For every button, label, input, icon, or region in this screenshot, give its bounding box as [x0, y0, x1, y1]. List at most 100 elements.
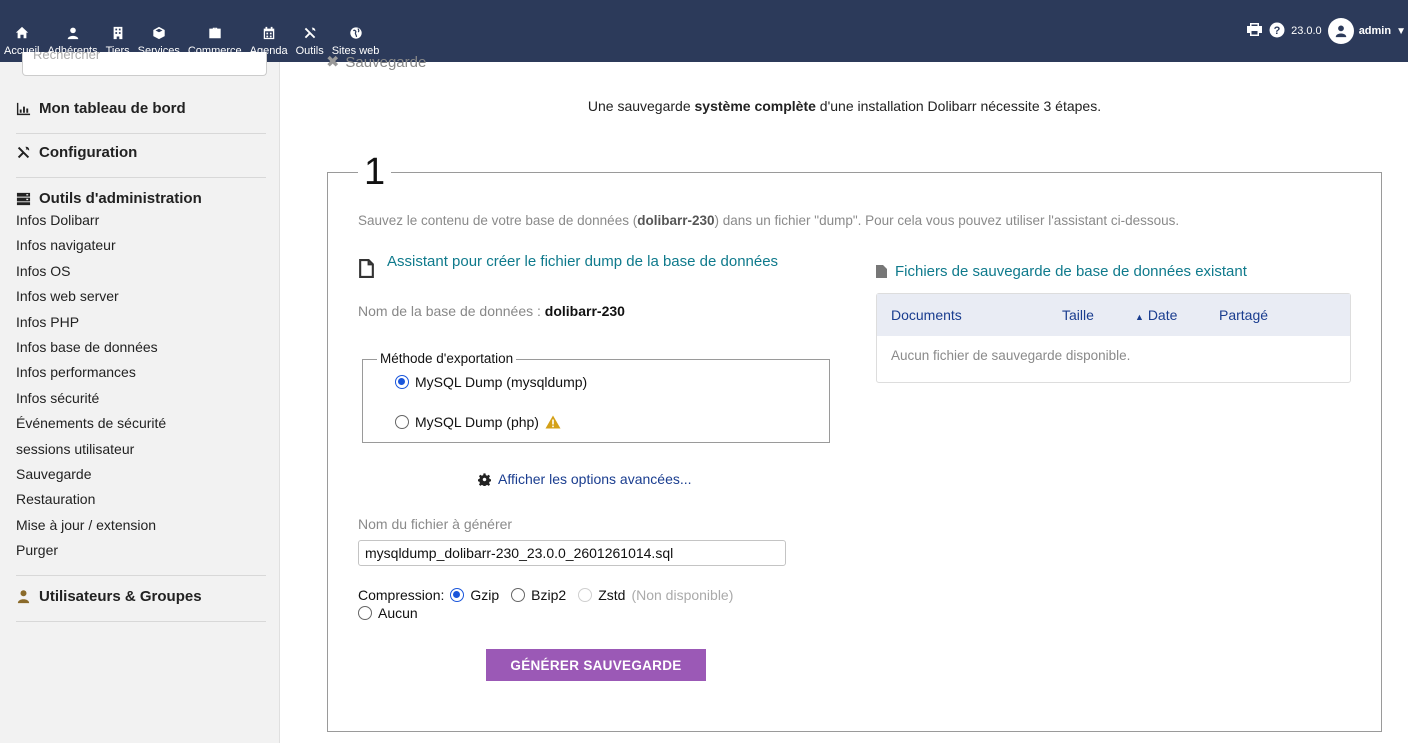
- home-icon: [15, 24, 29, 42]
- sidebar-item-sessions-utilisateur[interactable]: sessions utilisateur: [0, 439, 266, 464]
- sidebar-configuration-label: Configuration: [39, 144, 138, 161]
- sidebar-search-input[interactable]: Rechercher: [22, 52, 267, 76]
- export-option-php[interactable]: MySQL Dump (php): [395, 414, 561, 430]
- radio-disabled: [578, 588, 593, 602]
- topmenu-label: Outils: [295, 45, 324, 57]
- sidebar-section-dashboard[interactable]: Mon tableau de bord: [16, 90, 266, 134]
- version-text: 23.0.0: [1291, 25, 1322, 37]
- tools-icon: ✖: [326, 54, 340, 71]
- sidebar-item-infos-securite[interactable]: Infos sécurité: [0, 388, 266, 413]
- server-icon: [16, 192, 31, 206]
- radio-unselected[interactable]: [395, 415, 409, 429]
- print-icon[interactable]: [1246, 22, 1263, 40]
- sidebar-item-purger[interactable]: Purger: [0, 540, 266, 565]
- sidebar-item-restauration[interactable]: Restauration: [0, 489, 266, 514]
- sidebar-section-admin-tools: Outils d'administration Infos Dolibarr I…: [16, 178, 266, 576]
- sidebar-item-sauvegarde[interactable]: Sauvegarde: [0, 464, 266, 489]
- sidebar-admin-list: Infos Dolibarr Infos navigateur Infos OS…: [0, 210, 266, 565]
- existing-files-heading: Fichiers de sauvegarde de base de donnée…: [876, 263, 1247, 280]
- user-name: admin: [1358, 25, 1392, 37]
- calendar-icon: [262, 24, 276, 42]
- database-name: Nom de la base de données : dolibarr-230: [358, 303, 625, 319]
- assistant-heading: Assistant pour créer le fichier dump de …: [358, 253, 807, 278]
- user-menu[interactable]: admin ▼: [1327, 18, 1406, 44]
- intro-post: d'une installation Dolibarr nécessite 3 …: [815, 98, 1102, 114]
- sidebar-item-infos-performances[interactable]: Infos performances: [0, 362, 266, 387]
- advanced-options-link[interactable]: Afficher les options avancées...: [478, 471, 692, 487]
- sidebar-item-infos-navigateur[interactable]: Infos navigateur: [0, 235, 266, 260]
- cube-icon: [152, 24, 166, 42]
- radio-unselected[interactable]: [358, 606, 372, 620]
- compression-label: Compression:: [358, 587, 445, 603]
- generate-backup-button[interactable]: GÉNÉRER SAUVEGARDE: [486, 649, 706, 681]
- export-option-mysqldump[interactable]: MySQL Dump (mysqldump): [395, 374, 587, 390]
- chevron-down-icon: ▼: [1396, 25, 1406, 37]
- briefcase-icon: [208, 24, 222, 42]
- radio-unselected[interactable]: [511, 588, 526, 602]
- db-name-label: Nom de la base de données :: [358, 303, 545, 319]
- sidebar-users-groups-label: Utilisateurs & Groupes: [39, 588, 202, 605]
- filename-label: Nom du fichier à générer: [358, 516, 513, 532]
- sidebar-admin-tools-heading[interactable]: Outils d'administration: [16, 190, 266, 207]
- radio-selected[interactable]: [395, 375, 409, 389]
- intro-text: Une sauvegarde système complète d'une in…: [281, 98, 1408, 114]
- export-method-legend: Méthode d'exportation: [377, 351, 517, 366]
- compression-option-label: Gzip: [470, 587, 500, 603]
- building-icon: [111, 24, 125, 42]
- files-empty-message: Aucun fichier de sauvegarde disponible.: [891, 348, 1131, 363]
- sidebar-item-infos-php[interactable]: Infos PHP: [0, 312, 266, 337]
- sort-asc-icon: ▲: [1135, 312, 1144, 322]
- top-right-tools: ? 23.0.0 admin ▼: [1246, 0, 1408, 62]
- user-icon: [17, 590, 30, 604]
- sidebar-dashboard-label: Mon tableau de bord: [39, 100, 186, 117]
- sidebar-item-evenements-securite[interactable]: Événements de sécurité: [0, 413, 266, 438]
- intro-pre: Une sauvegarde: [587, 98, 695, 114]
- topmenu-outils[interactable]: Outils: [292, 0, 328, 62]
- compression-option-label: Zstd: [598, 587, 626, 603]
- warning-icon: [545, 415, 561, 429]
- sidebar-item-infos-base-de-donnees[interactable]: Infos base de données: [0, 337, 266, 362]
- sidebar-item-infos-os[interactable]: Infos OS: [0, 261, 266, 286]
- left-sidebar: Rechercher Mon tableau de bord Configura…: [0, 52, 280, 743]
- compression-aucun[interactable]: Aucun: [358, 605, 418, 621]
- main-content: ✖ Sauvegarde Une sauvegarde système comp…: [281, 54, 1408, 743]
- compression-option-label: Bzip2: [531, 587, 567, 603]
- tools-icon: [303, 24, 317, 42]
- existing-files-table: Documents Taille ▲ Date Partagé Aucun fi…: [876, 293, 1351, 383]
- column-date-label: Date: [1147, 307, 1178, 323]
- column-documents[interactable]: Documents: [891, 307, 962, 323]
- export-method-fieldset: Méthode d'exportation MySQL Dump (mysqld…: [362, 351, 830, 443]
- page-title-text: Sauvegarde: [345, 53, 427, 71]
- gear-icon: [478, 472, 491, 486]
- radio-selected[interactable]: [450, 588, 465, 602]
- compression-bzip2[interactable]: Bzip2: [511, 587, 566, 603]
- tools-icon: [17, 146, 30, 159]
- assistant-title: Assistant pour créer le fichier dump de …: [387, 253, 779, 270]
- sidebar-section-configuration[interactable]: Configuration: [16, 134, 266, 178]
- step-number: 1: [358, 151, 392, 193]
- compression-gzip[interactable]: Gzip: [450, 587, 499, 603]
- user-avatar-icon: [1327, 18, 1354, 44]
- column-date[interactable]: ▲ Date: [1135, 307, 1177, 323]
- sidebar-item-infos-web-server[interactable]: Infos web server: [0, 286, 266, 311]
- compression-options: Compression: Gzip Bzip2 Zstd (Non dispon…: [358, 586, 828, 622]
- compression-option-label: Aucun: [378, 605, 418, 621]
- chart-icon: [16, 102, 31, 116]
- svg-text:?: ?: [1274, 25, 1281, 37]
- existing-files-title: Fichiers de sauvegarde de base de donnée…: [895, 263, 1247, 280]
- compression-unavailable: (Non disponible): [631, 587, 734, 603]
- export-option-label: MySQL Dump (mysqldump): [415, 374, 588, 390]
- globe-icon: [349, 24, 363, 42]
- column-partage[interactable]: Partagé: [1219, 307, 1268, 323]
- column-taille[interactable]: Taille: [1062, 307, 1094, 323]
- sidebar-section-users-groups[interactable]: Utilisateurs & Groupes: [16, 576, 266, 622]
- advanced-options-label: Afficher les options avancées...: [498, 471, 692, 487]
- step-desc-post: ) dans un fichier "dump". Pour cela vous…: [714, 213, 1180, 228]
- step-1-box: 1 Sauvez le contenu de votre base de don…: [327, 151, 1382, 732]
- help-icon[interactable]: ?: [1269, 22, 1285, 41]
- file-icon: [876, 265, 887, 278]
- sidebar-item-infos-dolibarr[interactable]: Infos Dolibarr: [0, 210, 266, 235]
- filename-input[interactable]: [358, 540, 786, 566]
- export-option-label: MySQL Dump (php): [415, 414, 539, 430]
- sidebar-item-mise-a-jour[interactable]: Mise à jour / extension: [0, 515, 266, 540]
